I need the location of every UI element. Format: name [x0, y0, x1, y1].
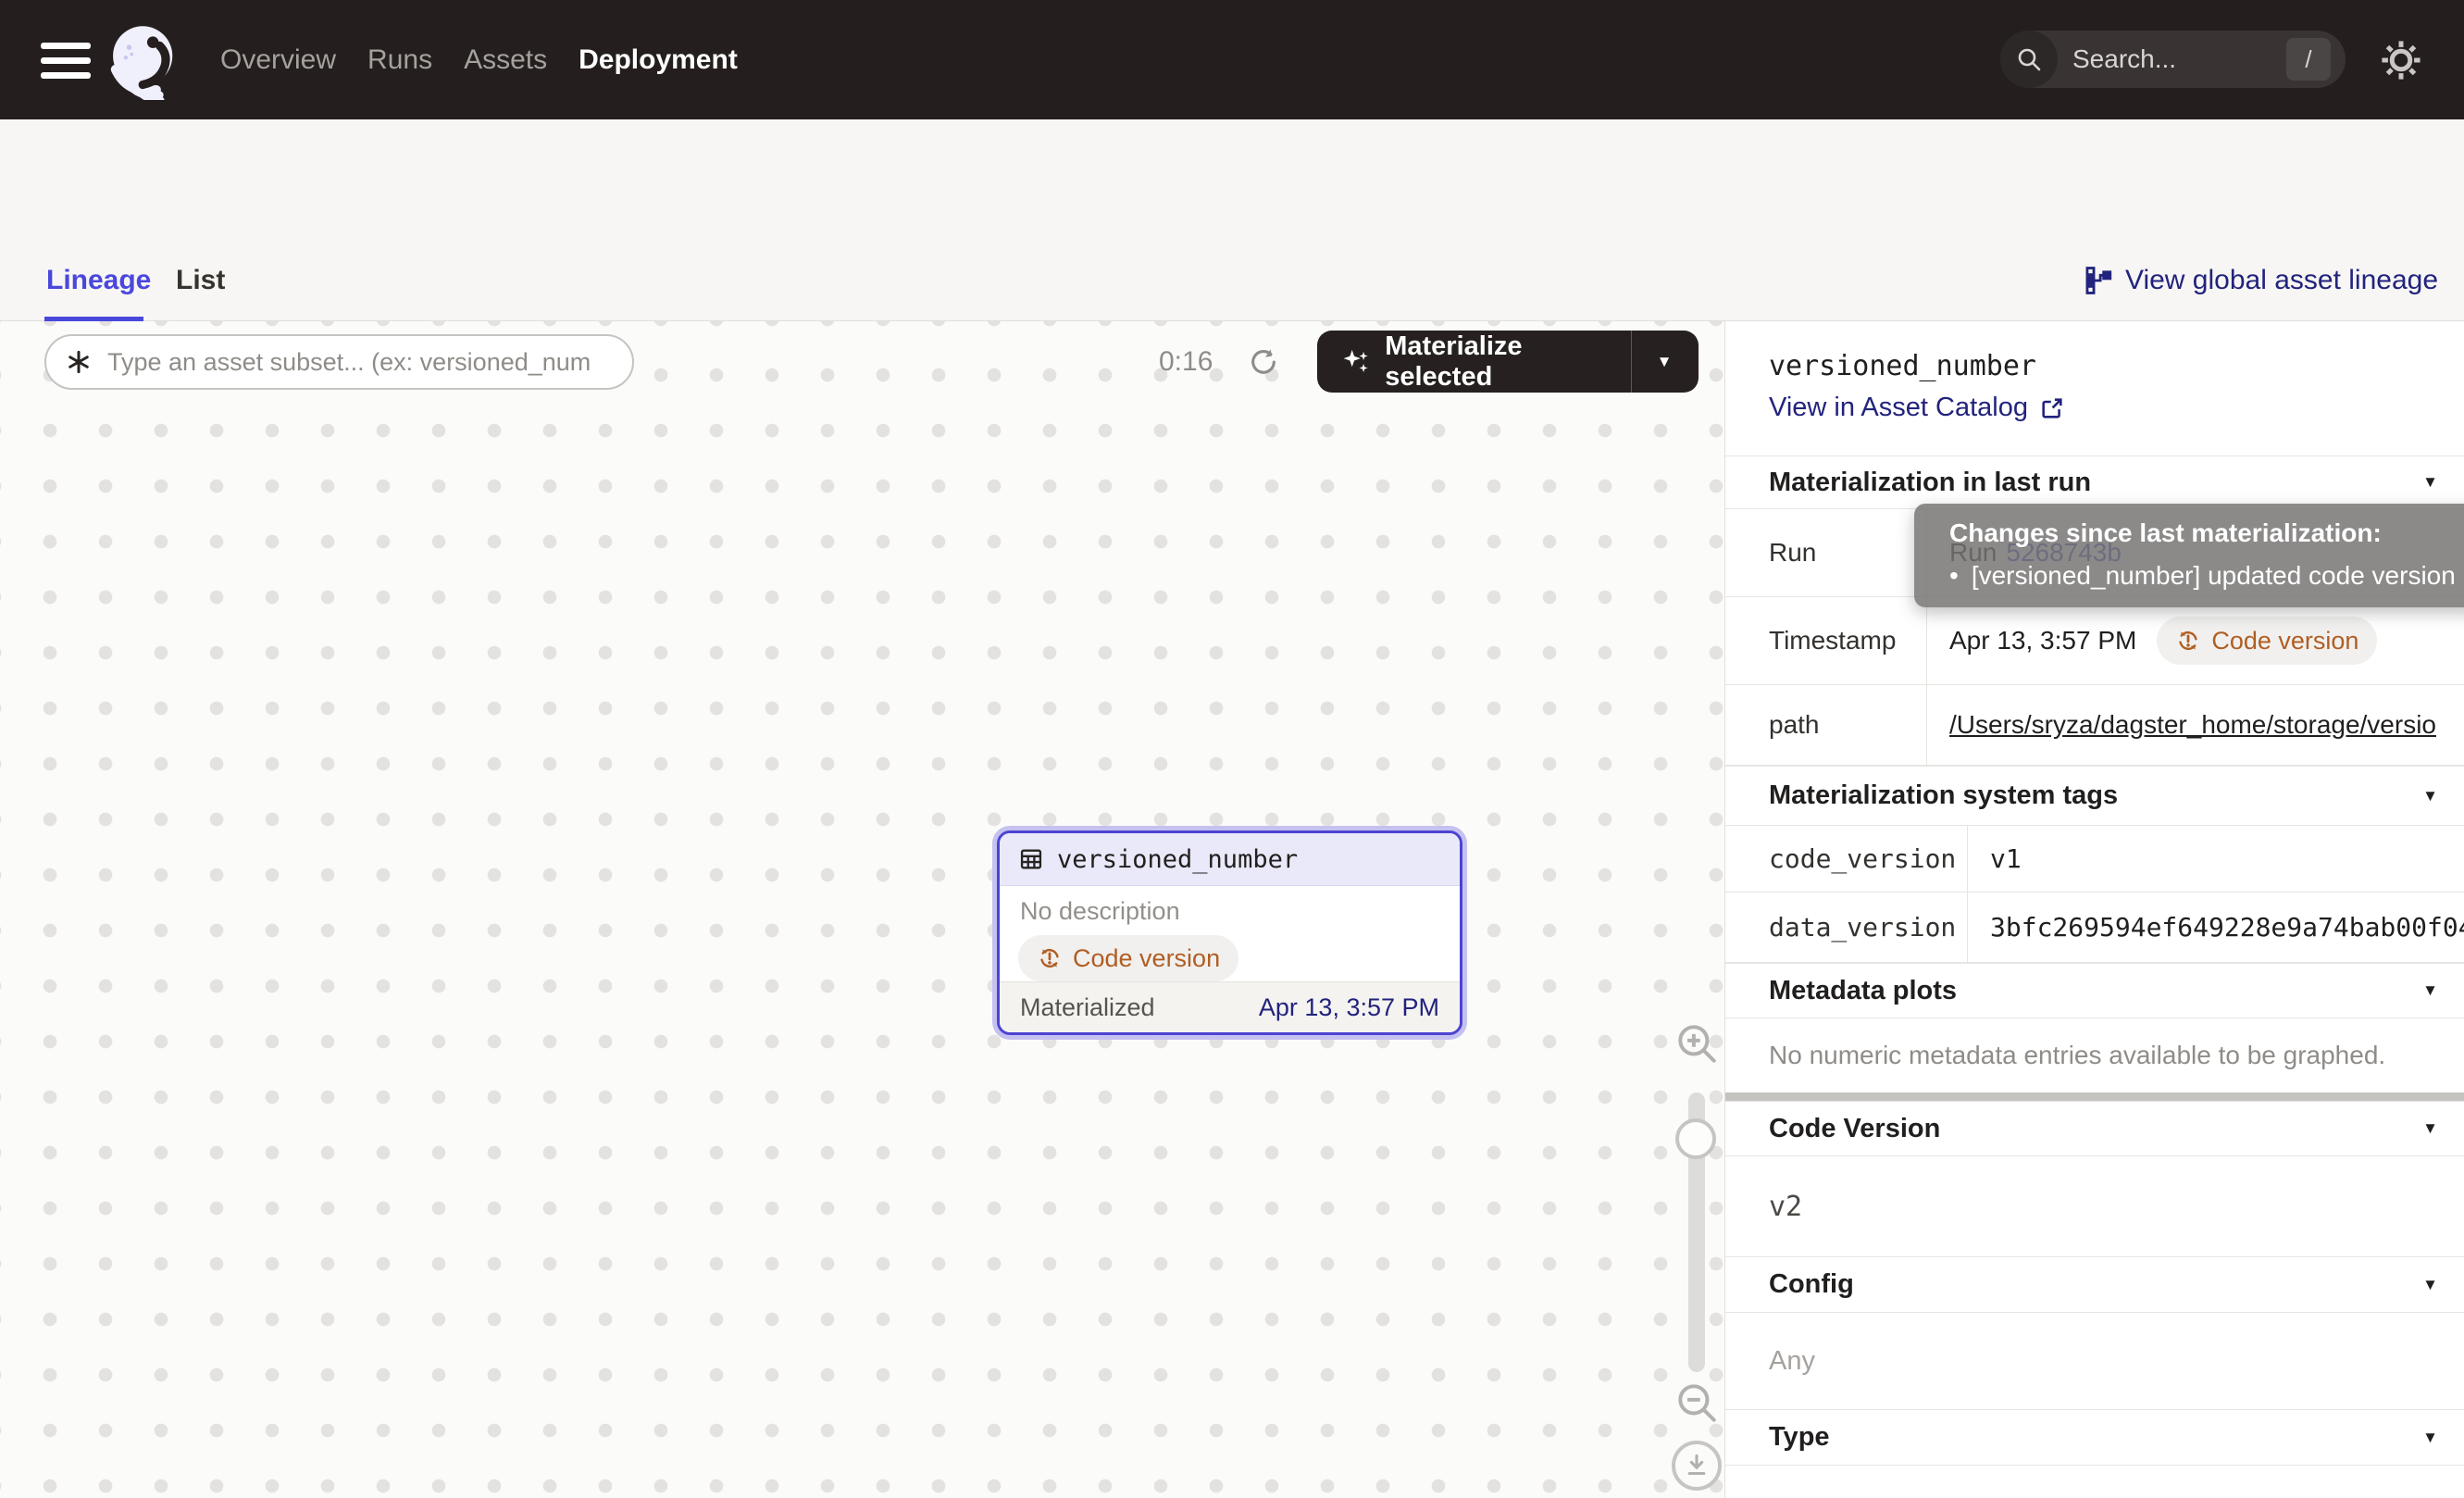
- section-code-version[interactable]: Code Version ▼: [1725, 1101, 2464, 1156]
- tag-code-version-value: v1: [1968, 826, 2464, 892]
- download-image-button[interactable]: [1672, 1441, 1722, 1491]
- tag-data-version-value: 3bfc269594ef649228e9a74bab00f04: [1968, 893, 2464, 962]
- view-global-asset-lineage-link[interactable]: View global asset lineage: [2083, 265, 2438, 296]
- asset-subset-input[interactable]: [106, 347, 609, 378]
- code-version-badge[interactable]: Code version: [2157, 617, 2377, 665]
- caret-down-icon: ▼: [2422, 787, 2438, 805]
- materialize-selected-button[interactable]: Materialize selected ▼: [1317, 331, 1699, 393]
- section-config[interactable]: Config ▼: [1725, 1256, 2464, 1313]
- tab-list[interactable]: List: [176, 265, 225, 296]
- code-version-badge[interactable]: Code version: [1018, 935, 1238, 981]
- caret-down-icon: ▼: [2422, 1276, 2438, 1294]
- code-version-value: v2: [1769, 1156, 1802, 1256]
- bullet: •: [1949, 561, 1959, 591]
- lineage-graph-icon: [2083, 265, 2114, 296]
- section-metadata-plots[interactable]: Metadata plots ▼: [1725, 963, 2464, 1018]
- caret-down-icon: ▼: [2422, 473, 2438, 492]
- nav-item-assets[interactable]: Assets: [464, 44, 547, 76]
- section-materialization-system-tags[interactable]: Materialization system tags ▼: [1725, 766, 2464, 826]
- zoom-slider-handle[interactable]: [1675, 1118, 1716, 1159]
- zoom-out-button[interactable]: [1674, 1379, 1720, 1426]
- caret-down-icon: ▼: [2422, 1119, 2438, 1138]
- dagster-app: Overview Runs Assets Deployment /: [0, 0, 2464, 1498]
- search-shortcut-key: /: [2286, 38, 2331, 81]
- search-icon: [2000, 31, 2058, 88]
- row-path-label: path: [1725, 685, 1927, 765]
- row-run-label: Run: [1725, 509, 1927, 596]
- materialized-status-label: Materialized: [1020, 993, 1155, 1022]
- caret-down-icon: ▼: [2422, 981, 2438, 1000]
- row-path: path /Users/sryza/dagster_home/storage/v…: [1725, 685, 2464, 766]
- asset-node-versioned-number[interactable]: versioned_number No description Code ver…: [997, 830, 1462, 1035]
- row-code-version-tag: code_version v1: [1725, 826, 2464, 893]
- materialize-options-caret[interactable]: ▼: [1632, 353, 1697, 371]
- materialized-timestamp-link[interactable]: Apr 13, 3:57 PM: [1259, 993, 1439, 1022]
- zoom-in-button[interactable]: [1674, 1020, 1720, 1067]
- global-search[interactable]: /: [2000, 31, 2346, 88]
- settings-gear-icon[interactable]: [2377, 36, 2425, 84]
- view-tabs-bar: Lineage List View global asset lineage: [0, 243, 2464, 321]
- code-version-changed-icon: [2175, 628, 2201, 654]
- metadata-empty-message: No numeric metadata entries available to…: [1769, 1018, 2385, 1092]
- top-nav: Overview Runs Assets Deployment /: [0, 0, 2464, 119]
- section-type[interactable]: Type ▼: [1725, 1409, 2464, 1466]
- asset-node-header: versioned_number: [1000, 833, 1460, 886]
- tag-code-version-label: code_version: [1725, 826, 1968, 892]
- view-in-asset-catalog-link[interactable]: View in Asset Catalog: [1769, 393, 2065, 423]
- nav-item-deployment[interactable]: Deployment: [579, 44, 738, 76]
- tooltip-change-item: • [versioned_number] updated code versio…: [1949, 561, 2464, 591]
- row-timestamp-value: Apr 13, 3:57 PM Code version: [1927, 597, 2464, 684]
- path-value-link[interactable]: /Users/sryza/dagster_home/storage/versio: [1949, 710, 2436, 740]
- tab-lineage[interactable]: Lineage: [46, 265, 151, 296]
- search-input[interactable]: [2071, 44, 2259, 75]
- dagster-logo-icon[interactable]: [104, 19, 185, 100]
- table-icon: [1018, 846, 1044, 872]
- tag-data-version-label: data_version: [1725, 893, 1968, 962]
- op-selector-icon: [65, 348, 93, 376]
- row-data-version-tag: data_version 3bfc269594ef649228e9a74bab0…: [1725, 893, 2464, 963]
- code-version-changed-icon: [1037, 945, 1063, 971]
- nav-item-overview[interactable]: Overview: [220, 44, 336, 76]
- refresh-countdown: 0:16: [1159, 334, 1213, 390]
- asset-node-title: versioned_number: [1057, 845, 1298, 874]
- asset-subset-filter[interactable]: [44, 334, 634, 390]
- nav-item-runs[interactable]: Runs: [367, 44, 432, 76]
- row-timestamp-label: Timestamp: [1725, 597, 1927, 684]
- lineage-canvas[interactable]: [0, 321, 1724, 1498]
- hamburger-menu-icon[interactable]: [41, 43, 91, 79]
- asset-node-description: No description: [1020, 897, 1460, 926]
- external-link-icon: [2039, 395, 2065, 421]
- nav-links: Overview Runs Assets Deployment: [220, 0, 738, 119]
- tooltip-title: Changes since last materialization:: [1949, 518, 2464, 548]
- caret-down-icon: ▼: [2422, 1429, 2438, 1447]
- config-value: Any: [1769, 1313, 1815, 1409]
- panel-scrollbar[interactable]: [1725, 1092, 2464, 1101]
- panel-asset-title: versioned_number: [1769, 350, 2036, 382]
- row-timestamp: Timestamp Apr 13, 3:57 PM Code version: [1725, 597, 2464, 685]
- asset-node-footer: Materialized Apr 13, 3:57 PM: [1000, 981, 1460, 1032]
- page-header: default Asset Group in vanilla_asset_wit…: [0, 119, 2464, 243]
- section-materialization-in-last-run[interactable]: Materialization in last run ▼: [1725, 456, 2464, 509]
- refresh-icon[interactable]: [1248, 346, 1279, 378]
- sparkle-icon: [1341, 347, 1370, 377]
- changes-since-materialization-tooltip: Changes since last materialization: • [v…: [1914, 504, 2464, 607]
